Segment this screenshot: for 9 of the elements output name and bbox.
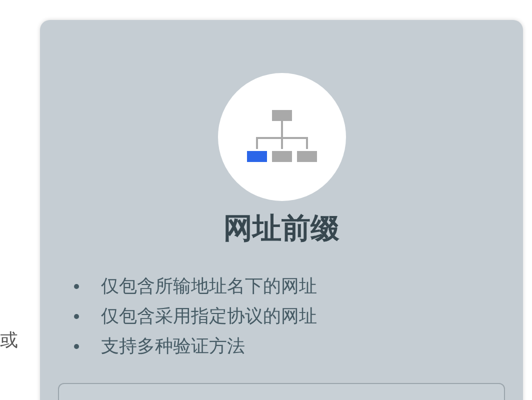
separator-text: 或 bbox=[0, 329, 19, 352]
hierarchy-icon bbox=[246, 110, 318, 164]
feature-text: 支持多种验证方法 bbox=[101, 335, 245, 358]
card-title: 网址前缀 bbox=[224, 212, 340, 247]
bullet-icon bbox=[74, 314, 79, 318]
feature-text: 仅包含所输地址名下的网址 bbox=[101, 275, 317, 298]
feature-text: 仅包含采用指定协议的网址 bbox=[101, 305, 317, 328]
bullet-icon bbox=[74, 284, 79, 288]
bullet-icon bbox=[74, 344, 79, 348]
